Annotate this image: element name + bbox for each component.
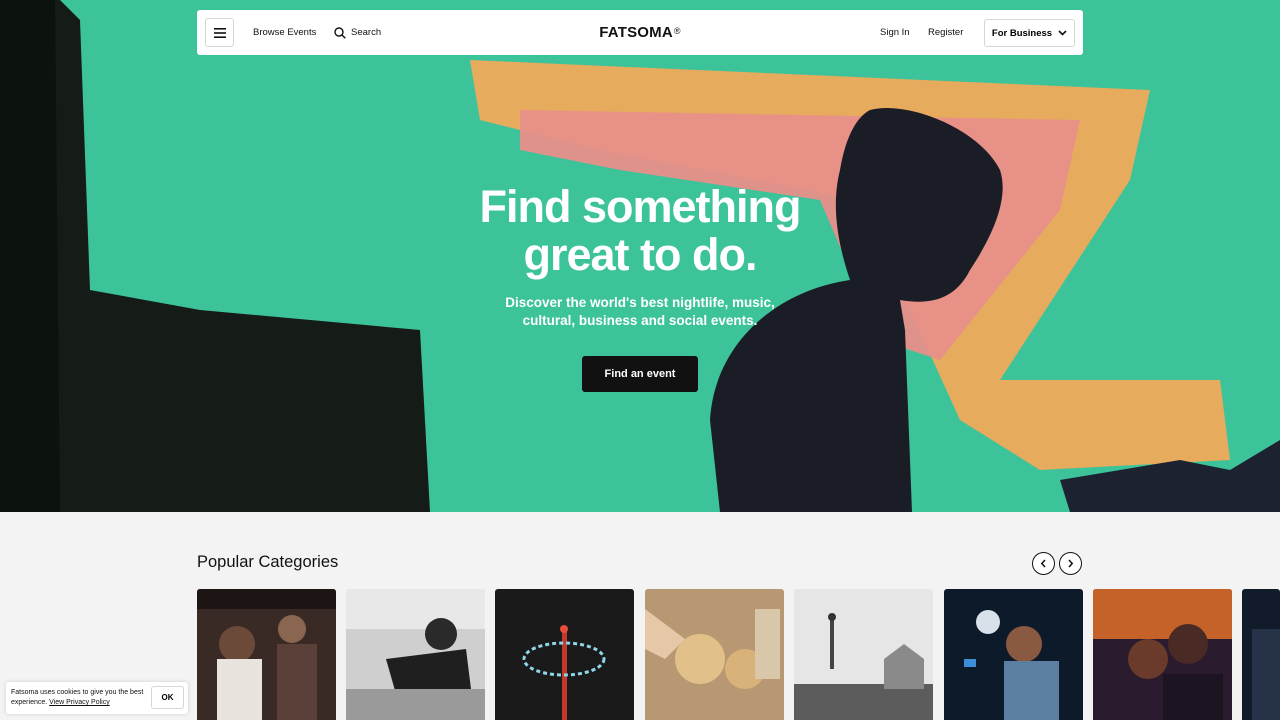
search-link[interactable]: Search [334, 10, 381, 55]
category-image [794, 589, 933, 720]
popular-categories-title: Popular Categories [197, 553, 339, 571]
carousel-next-button[interactable] [1059, 552, 1082, 575]
chevron-right-icon [1068, 559, 1074, 568]
chevron-left-icon [1040, 559, 1046, 568]
category-card[interactable] [197, 589, 336, 720]
hamburger-icon [213, 27, 226, 38]
search-icon [334, 26, 346, 39]
category-image [1093, 589, 1232, 720]
privacy-policy-link[interactable]: View Privacy Policy [49, 699, 110, 706]
carousel-prev-button[interactable] [1032, 552, 1055, 575]
chevron-down-icon [1058, 30, 1067, 36]
search-label: Search [351, 27, 382, 38]
logo-text: FATSOMA [599, 24, 673, 41]
hero-title: Find something great to do. [479, 181, 802, 280]
sign-in-link[interactable]: Sign In [880, 10, 910, 55]
find-event-button[interactable]: Find an event [582, 356, 698, 392]
cookie-message: Fatsoma uses cookies to give you the bes… [11, 688, 145, 708]
category-card[interactable] [645, 589, 784, 720]
category-card[interactable] [794, 589, 933, 720]
category-image [645, 589, 784, 720]
for-business-label: For Business [991, 27, 1053, 39]
category-image [944, 589, 1083, 720]
top-nav: Browse Events Search FATSOMA ® Sign In Re… [197, 10, 1083, 55]
category-image [197, 589, 336, 720]
cookie-ok-button[interactable]: OK [151, 686, 184, 709]
category-image [346, 589, 485, 720]
menu-button[interactable] [205, 18, 234, 47]
category-card[interactable] [495, 589, 634, 720]
category-image [495, 589, 634, 720]
hero-banner: Find something great to do. Discover the… [0, 0, 1280, 512]
category-image [1242, 589, 1280, 720]
category-card[interactable] [944, 589, 1083, 720]
registered-mark: ® [673, 25, 681, 36]
category-card[interactable] [1093, 589, 1232, 720]
category-card[interactable] [1242, 589, 1280, 720]
category-card[interactable] [346, 589, 485, 720]
register-link[interactable]: Register [928, 10, 963, 55]
browse-events-link[interactable]: Browse Events [253, 10, 316, 55]
for-business-button[interactable]: For Business [984, 19, 1075, 47]
cookie-banner: Fatsoma uses cookies to give you the bes… [6, 682, 188, 714]
hero-subtitle: Discover the world's best nightlife, mus… [505, 295, 775, 328]
